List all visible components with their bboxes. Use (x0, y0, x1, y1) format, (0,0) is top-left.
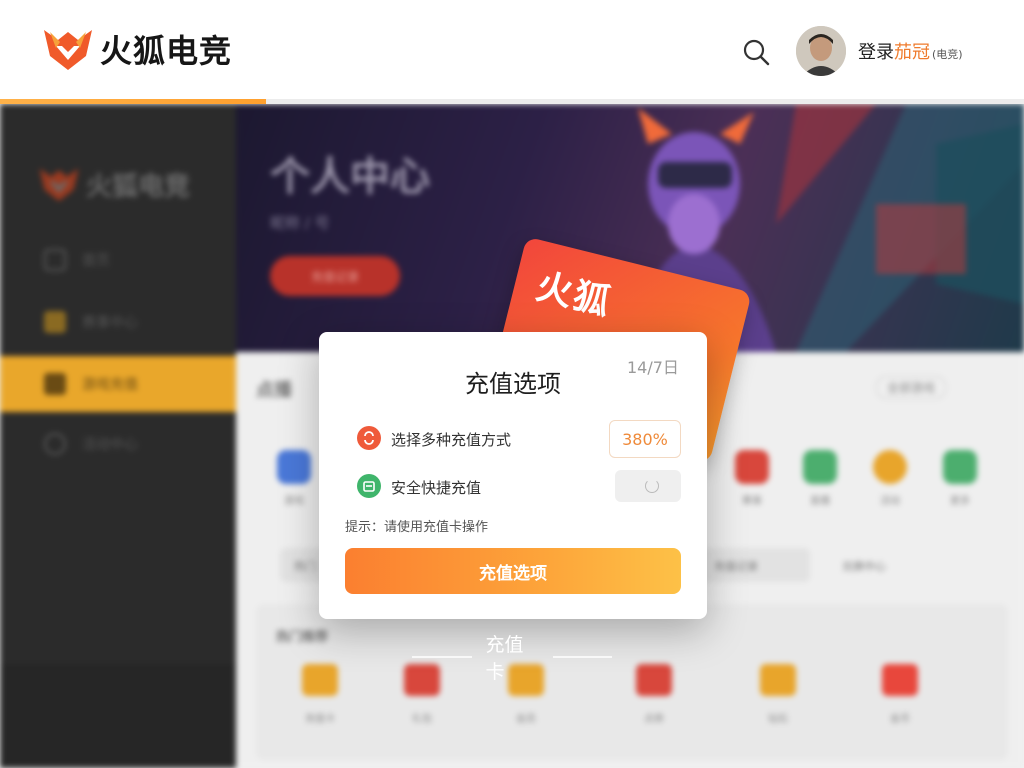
sidebar-item-label: 赛事中心 (82, 315, 138, 331)
brand-logo[interactable]: 火狐电竞 (42, 26, 232, 72)
category-item[interactable]: 赛事 (722, 450, 782, 507)
brand-name: 火狐电竞 (100, 32, 233, 70)
recommend-grid: 热门推荐 充值卡 礼包 会员 点券 钻石 金币 (256, 604, 1008, 760)
grid-item[interactable]: 点券 (614, 664, 694, 725)
grid-item-label: 礼包 (412, 714, 432, 725)
fox-logo-icon (39, 168, 79, 201)
calendar-icon (357, 474, 381, 498)
grid-item[interactable]: 金币 (860, 664, 940, 725)
gift-card-title: 火狐 (532, 266, 616, 325)
option-label: 选择多种充值方式 (391, 431, 512, 449)
grid-item[interactable]: 钻石 (738, 664, 818, 725)
avatar[interactable] (796, 26, 846, 76)
banner-title: 个人中心 (270, 154, 430, 200)
user-avatar-icon (796, 26, 846, 76)
grid-item-icon (882, 664, 918, 696)
category-label: 直播 (810, 496, 830, 507)
category-item[interactable]: 更多 (930, 450, 990, 507)
sidebar-item-label: 游戏充值 (82, 377, 138, 393)
filter-pill[interactable]: 兑换中心 (828, 548, 938, 582)
sidebar-item-label: 首页 (82, 253, 110, 269)
sidebar-brand-name: 火狐电竞 (86, 171, 191, 202)
category-icon (735, 450, 769, 484)
category-icon (873, 450, 907, 484)
category-icon (943, 450, 977, 484)
sidebar-item-home[interactable]: 首页 (0, 232, 236, 288)
grid-item[interactable]: 礼包 (382, 664, 462, 725)
sidebar-item-label: 活动中心 (82, 437, 138, 453)
grid-item-label: 钻石 (768, 714, 788, 725)
filter-pill[interactable]: 充值记录 (700, 548, 810, 582)
refresh-icon (44, 433, 66, 455)
sidebar-logo[interactable]: 火狐电竞 (38, 164, 190, 204)
grid-item-label: 金币 (890, 714, 910, 725)
login-highlight: 茄冠 (894, 42, 930, 63)
category-icon (277, 450, 311, 484)
grid-title: 热门推荐 (276, 630, 329, 645)
category-icon (803, 450, 837, 484)
section-title: 点播 (256, 380, 292, 401)
category-item[interactable]: 活动 (860, 450, 920, 507)
neon-light-beams (776, 104, 1024, 352)
dialog-note: 提示：请使用充值卡操作 (345, 520, 489, 535)
sidebar: 火狐电竞 首页 赛事中心 游戏充值 活动中心 (0, 104, 236, 768)
login-suffix: (电竞) (932, 48, 963, 61)
recharge-confirm-button[interactable]: 充值选项 (345, 548, 681, 594)
grid-item-label: 充值卡 (305, 714, 335, 725)
grid-item-icon (636, 664, 672, 696)
option-value[interactable]: 380% (609, 420, 681, 458)
trophy-icon (44, 311, 66, 333)
search-icon[interactable] (740, 36, 772, 68)
loading-toggle[interactable] (615, 470, 681, 502)
recharge-dialog: 充值选项 14/7日 选择多种充值方式 380% 安全快捷充值 提示：请使用充值… (319, 332, 707, 619)
top-bar: 火狐电竞 登录茄冠 (电竞) (0, 0, 1024, 104)
grid-item-icon (760, 664, 796, 696)
category-label: 游戏 (284, 496, 304, 507)
login-link[interactable]: 登录茄冠 (电竞) (858, 38, 963, 64)
home-icon (44, 249, 66, 271)
category-label: 更多 (950, 496, 970, 507)
wallet-icon (44, 373, 66, 395)
login-prefix: 登录 (858, 42, 894, 63)
sidebar-item-recharge[interactable]: 游戏充值 (0, 356, 236, 412)
category-label: 赛事 (742, 496, 762, 507)
banner-button[interactable]: 充值记录 (270, 256, 400, 296)
sidebar-footer (0, 664, 236, 768)
grid-item[interactable]: 充值卡 (280, 664, 360, 725)
sidebar-item-events[interactable]: 赛事中心 (0, 294, 236, 350)
caption-divider-right (552, 656, 612, 658)
category-item[interactable]: 游戏 (264, 450, 324, 507)
category-label: 活动 (880, 496, 900, 507)
caption-divider-left (412, 656, 472, 658)
sidebar-item-activity[interactable]: 活动中心 (0, 416, 236, 472)
grid-item-label: 会员 (516, 714, 536, 725)
option-label: 安全快捷充值 (391, 479, 482, 497)
banner-subtitle: 昵称 / 号 (270, 214, 330, 232)
section-filter[interactable]: 全部游戏 (876, 376, 947, 399)
caption: 充值卡 (412, 634, 612, 683)
dialog-badge: 14/7日 (627, 358, 679, 377)
grid-item-label: 点券 (644, 714, 664, 725)
caption-text: 充值卡 (485, 634, 524, 683)
recharge-icon (357, 426, 381, 450)
fox-logo-icon (44, 30, 92, 70)
category-item[interactable]: 直播 (790, 450, 850, 507)
spinner-icon (645, 479, 659, 493)
grid-item-icon (302, 664, 338, 696)
